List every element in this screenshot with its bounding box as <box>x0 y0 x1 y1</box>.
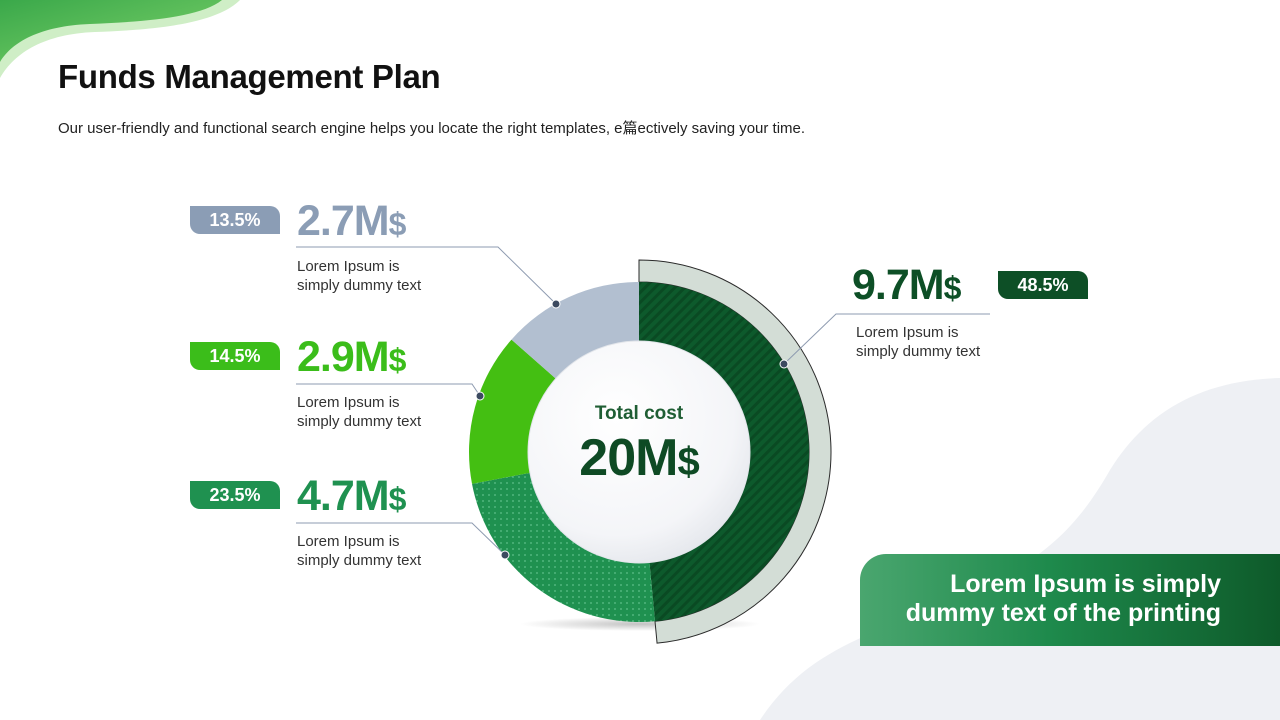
value-unit-2: $ <box>388 342 407 378</box>
description-1: Lorem Ipsum is simply dummy text <box>297 257 467 295</box>
leader-dot-1 <box>551 299 561 309</box>
value-number-3: 4.7M <box>297 472 390 520</box>
leader-dot-3 <box>500 550 510 560</box>
value-number-2: 2.9M <box>297 333 390 381</box>
description-2: Lorem Ipsum is simply dummy text <box>297 393 467 431</box>
description-1-line-2: simply dummy text <box>297 277 422 294</box>
total-cost-number: 20M <box>579 429 678 487</box>
value-unit-1: $ <box>388 206 407 242</box>
value-label-3: 4.7M$ <box>297 472 407 520</box>
value-label-4: 9.7M$ <box>852 261 962 309</box>
value-label-1: 2.7M$ <box>297 197 407 245</box>
banner-line-2: dummy text of the printing <box>905 599 1221 627</box>
description-2-line-2: simply dummy text <box>297 413 422 430</box>
description-3-line-1: Lorem Ipsum is <box>297 533 400 550</box>
total-cost-unit: $ <box>677 440 699 484</box>
percent-badge-4: 48.5% <box>998 271 1088 299</box>
total-cost-value: 20M$ <box>528 428 750 488</box>
banner-line-1: Lorem Ipsum is simply <box>950 570 1221 598</box>
percent-badge-1: 13.5% <box>190 206 280 234</box>
promo-banner: Lorem Ipsum is simply dummy text of the p… <box>860 554 1280 646</box>
value-number-1: 2.7M <box>297 197 390 245</box>
percent-badge-2: 14.5% <box>190 342 280 370</box>
total-cost-label: Total cost <box>594 403 684 424</box>
description-4: Lorem Ipsum is simply dummy text <box>856 323 1026 361</box>
description-4-line-2: simply dummy text <box>856 343 981 360</box>
value-number-4: 9.7M <box>852 261 945 309</box>
percent-badge-3: 23.5% <box>190 481 280 509</box>
description-4-line-1: Lorem Ipsum is <box>856 324 959 341</box>
value-label-2: 2.9M$ <box>297 333 407 381</box>
description-3-line-2: simply dummy text <box>297 552 422 569</box>
description-1-line-1: Lorem Ipsum is <box>297 258 400 275</box>
leader-dot-2 <box>475 391 485 401</box>
value-unit-4: $ <box>943 270 962 306</box>
value-unit-3: $ <box>388 481 407 517</box>
leader-dot-4 <box>779 359 789 369</box>
description-3: Lorem Ipsum is simply dummy text <box>297 532 467 570</box>
description-2-line-1: Lorem Ipsum is <box>297 394 400 411</box>
